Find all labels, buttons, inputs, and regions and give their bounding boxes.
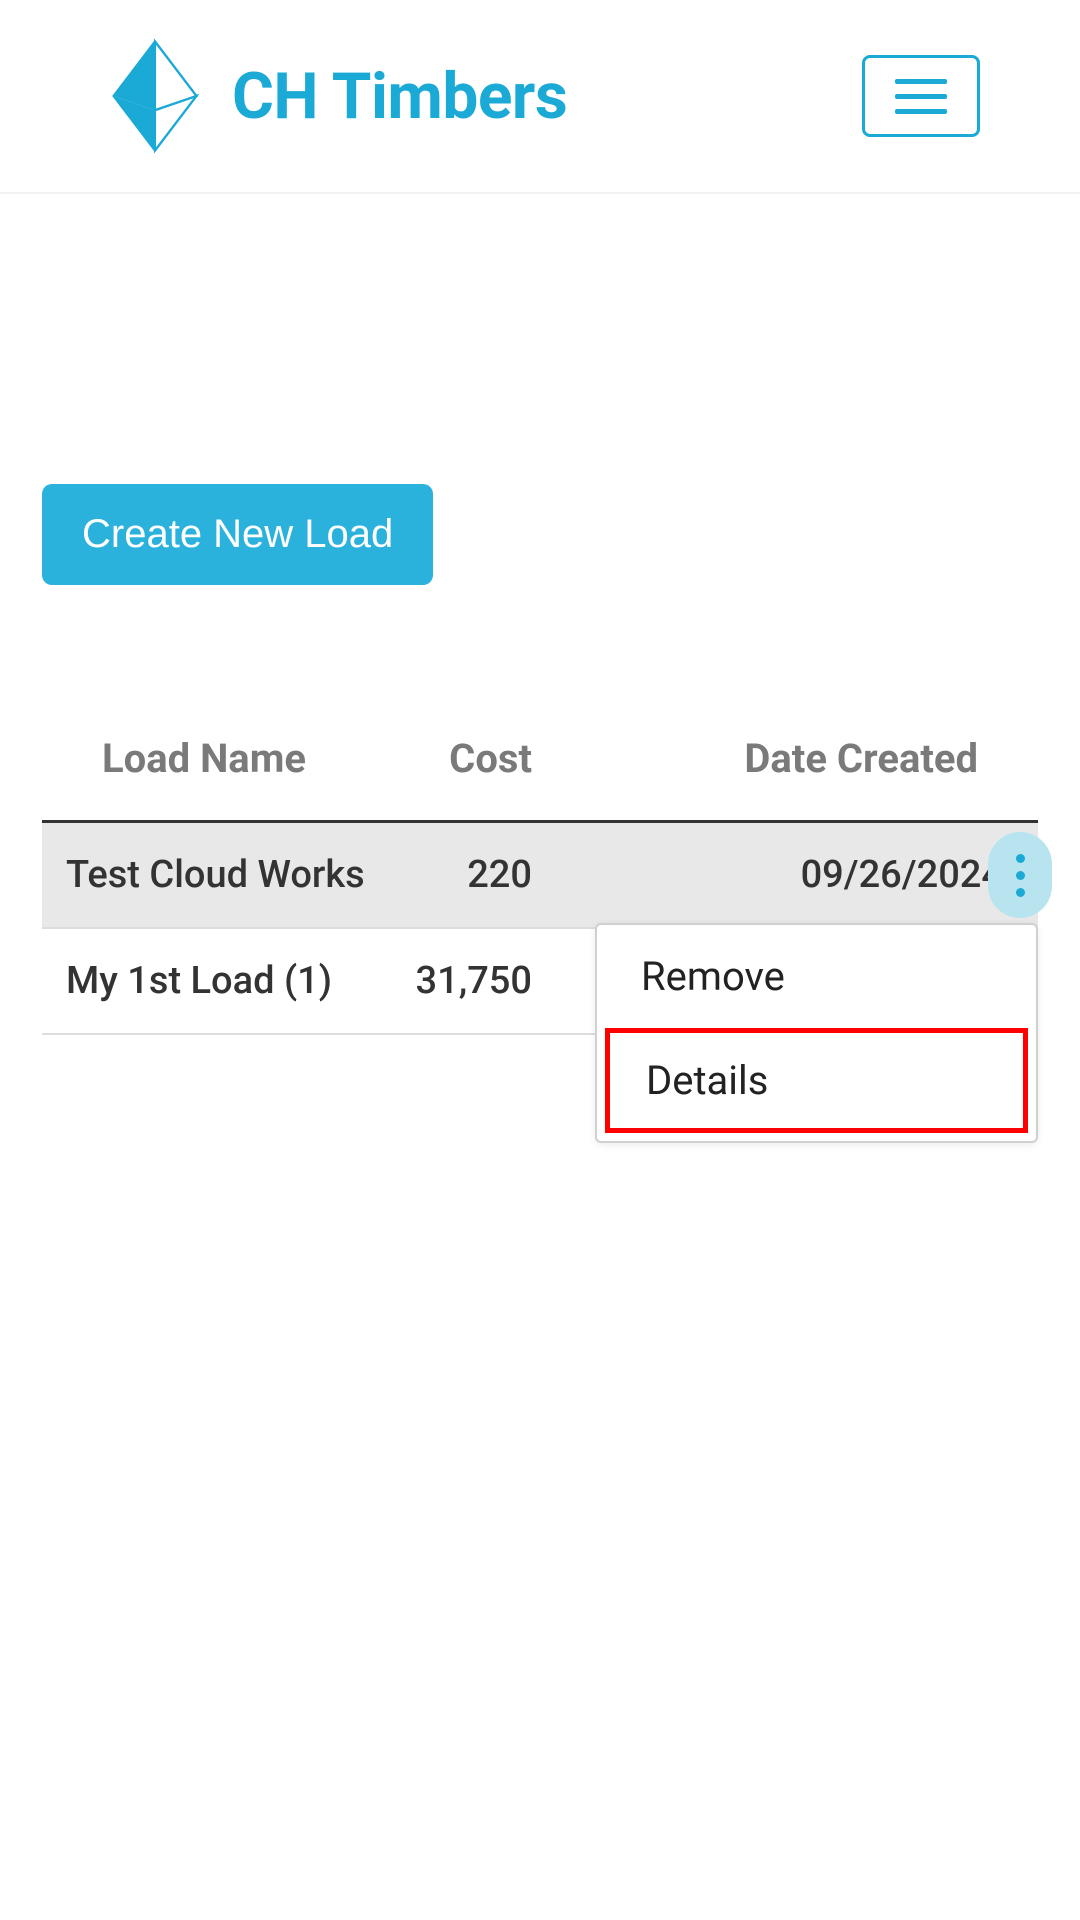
- cell-date: 09/26/2024: [612, 853, 1038, 897]
- column-header-name: Load Name: [42, 735, 382, 782]
- hamburger-icon: [895, 79, 947, 84]
- table-header-row: Load Name Cost Date Created: [42, 735, 1038, 823]
- more-vertical-icon: [1016, 888, 1025, 897]
- logo-icon: [100, 36, 210, 156]
- more-vertical-icon: [1016, 854, 1025, 863]
- cell-load-name: Test Cloud Works: [42, 853, 382, 897]
- brand[interactable]: CH Timbers: [100, 36, 567, 156]
- cell-cost: 31,750: [382, 959, 612, 1003]
- table-row[interactable]: Test Cloud Works 220 09/26/2024 Remove D…: [42, 823, 1038, 929]
- menu-item-remove[interactable]: Remove: [597, 925, 1036, 1028]
- loads-table: Load Name Cost Date Created Test Cloud W…: [42, 735, 1038, 1035]
- app-header: CH Timbers: [0, 0, 1080, 194]
- brand-name: CH Timbers: [232, 59, 567, 134]
- row-actions-button[interactable]: [988, 832, 1052, 918]
- column-header-date: Date Created: [612, 735, 1038, 782]
- hamburger-icon: [895, 94, 947, 99]
- column-header-cost: Cost: [382, 735, 612, 782]
- hamburger-icon: [895, 109, 947, 114]
- menu-button[interactable]: [862, 55, 980, 137]
- context-menu: Remove Details: [595, 923, 1038, 1143]
- create-new-load-button[interactable]: Create New Load: [42, 484, 433, 585]
- more-vertical-icon: [1016, 871, 1025, 880]
- menu-item-details[interactable]: Details: [605, 1028, 1028, 1133]
- cell-cost: 220: [382, 853, 612, 897]
- cell-load-name: My 1st Load (1): [42, 959, 382, 1003]
- main-content: Create New Load Load Name Cost Date Crea…: [0, 194, 1080, 1035]
